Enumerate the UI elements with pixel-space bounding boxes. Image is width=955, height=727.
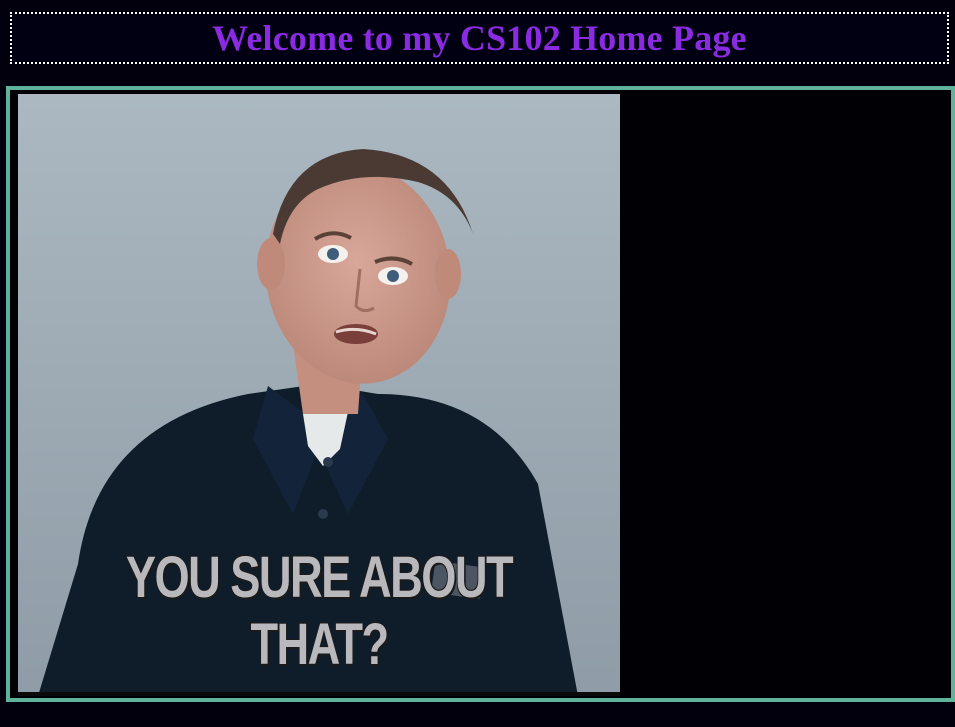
meme-caption: YOU SURE ABOUT THAT? — [125, 545, 514, 677]
page-header: Welcome to my CS102 Home Page — [10, 12, 949, 64]
page-title: Welcome to my CS102 Home Page — [212, 18, 747, 58]
meme-gif: YOU SURE ABOUT THAT? — [18, 94, 620, 696]
gif-bottom-edge — [18, 692, 620, 696]
content-frame: YOU SURE ABOUT THAT? — [6, 86, 955, 702]
